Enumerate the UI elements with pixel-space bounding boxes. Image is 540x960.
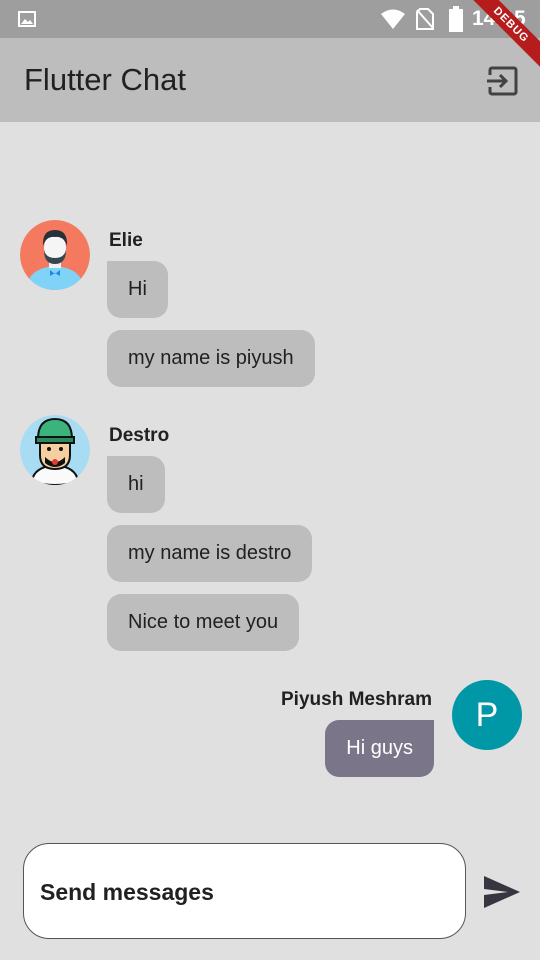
- own-message-bubble[interactable]: Hi guys: [325, 720, 434, 777]
- status-bar: 14:15: [0, 0, 540, 38]
- avatar-destro: [20, 415, 90, 485]
- send-icon[interactable]: [482, 874, 522, 910]
- status-time: 14:15: [472, 7, 526, 30]
- avatar-own: P: [452, 680, 522, 750]
- no-sim-icon: [416, 8, 434, 30]
- message-input[interactable]: [40, 872, 440, 912]
- sender-name: Destro: [109, 425, 170, 446]
- logout-icon[interactable]: [486, 64, 520, 98]
- man-avatar-icon: [20, 220, 90, 290]
- app-bar: Flutter Chat: [0, 38, 540, 122]
- message-bubble[interactable]: my name is piyush: [107, 330, 315, 387]
- sender-name: Piyush Meshram: [281, 689, 432, 710]
- wifi-icon: [381, 9, 405, 29]
- message-bubble[interactable]: hi: [107, 456, 165, 513]
- avatar-letter: P: [475, 695, 499, 734]
- sender-name: Elie: [109, 230, 143, 251]
- message-input-container: [23, 843, 466, 939]
- page-title: Flutter Chat: [24, 62, 186, 97]
- avatar-elie: [20, 220, 90, 290]
- message-bubble[interactable]: my name is destro: [107, 525, 313, 582]
- battery-icon: [449, 6, 463, 32]
- worker-avatar-icon: [20, 415, 90, 485]
- image-notification-icon: [18, 11, 36, 27]
- message-bubble[interactable]: Nice to meet you: [107, 594, 300, 651]
- message-bubble[interactable]: Hi: [107, 261, 168, 318]
